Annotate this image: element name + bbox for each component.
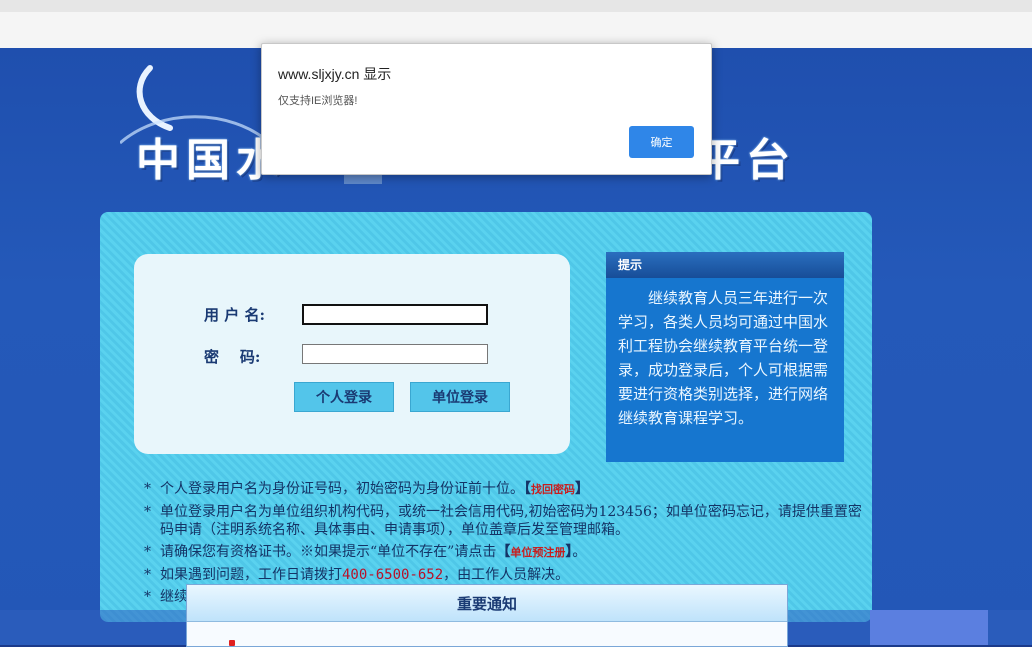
bullet-icon [229, 640, 235, 646]
browser-tab-strip [0, 0, 1032, 12]
important-notice-popup: 重要通知 [186, 584, 788, 647]
username-input[interactable] [302, 304, 488, 325]
notice-heading: 重要通知 [187, 585, 787, 622]
note-item: * 个人登录用户名为身份证号码，初始密码为身份证前十位。【找回密码】 [144, 481, 589, 497]
notice-body [187, 622, 787, 646]
unit-preregister-link[interactable]: 单位预注册 [510, 546, 565, 559]
note-text: 继续 [160, 589, 188, 605]
password-label: 密 码: [204, 348, 261, 366]
note-item: * 如果遇到问题，工作日请拨打400-6500-652，由工作人员解决。 [144, 567, 570, 583]
note-text: 个人登录用户名为身份证号码，初始密码为身份证前十位。 [160, 481, 524, 497]
tip-body: 继续教育人员三年进行一次学习，各类人员均可通过中国水利工程协会继续教育平台统一登… [618, 289, 829, 427]
footer-band-right [870, 610, 988, 645]
password-input[interactable] [302, 344, 488, 364]
login-form: 用 户 名: 密 码: 个人登录 单位登录 [134, 254, 570, 454]
support-phone: 400-6500-652 [342, 567, 444, 583]
dialog-title: www.sljxjy.cn 显示 [278, 66, 392, 82]
unit-login-button[interactable]: 单位登录 [410, 382, 510, 412]
note-text: 请确保您有资格证书。※如果提示“单位不存在”请点击 [160, 544, 497, 560]
tip-heading: 提示 [606, 252, 844, 278]
alert-dialog: www.sljxjy.cn 显示 仅支持IE浏览器! 确定 [261, 43, 712, 175]
find-password-link[interactable]: 找回密码 [531, 483, 575, 496]
personal-login-button[interactable]: 个人登录 [294, 382, 394, 412]
note-item: * 请确保您有资格证书。※如果提示“单位不存在”请点击【单位预注册】。 [144, 544, 587, 560]
note-text: 单位登录用户名为单位组织机构代码，或统一社会信用代码,初始密码为123456；如… [160, 504, 862, 538]
dialog-ok-button[interactable]: 确定 [629, 126, 694, 158]
username-label: 用 户 名: [204, 306, 265, 324]
login-panel: 用 户 名: 密 码: 个人登录 单位登录 提示 继续教育人员三年进行一次学习，… [100, 212, 872, 622]
dialog-message: 仅支持IE浏览器! [278, 95, 358, 107]
tip-box: 提示 继续教育人员三年进行一次学习，各类人员均可通过中国水利工程协会继续教育平台… [606, 252, 844, 462]
note-item: * 单位登录用户名为单位组织机构代码，或统一社会信用代码,初始密码为123456；… [144, 504, 862, 538]
